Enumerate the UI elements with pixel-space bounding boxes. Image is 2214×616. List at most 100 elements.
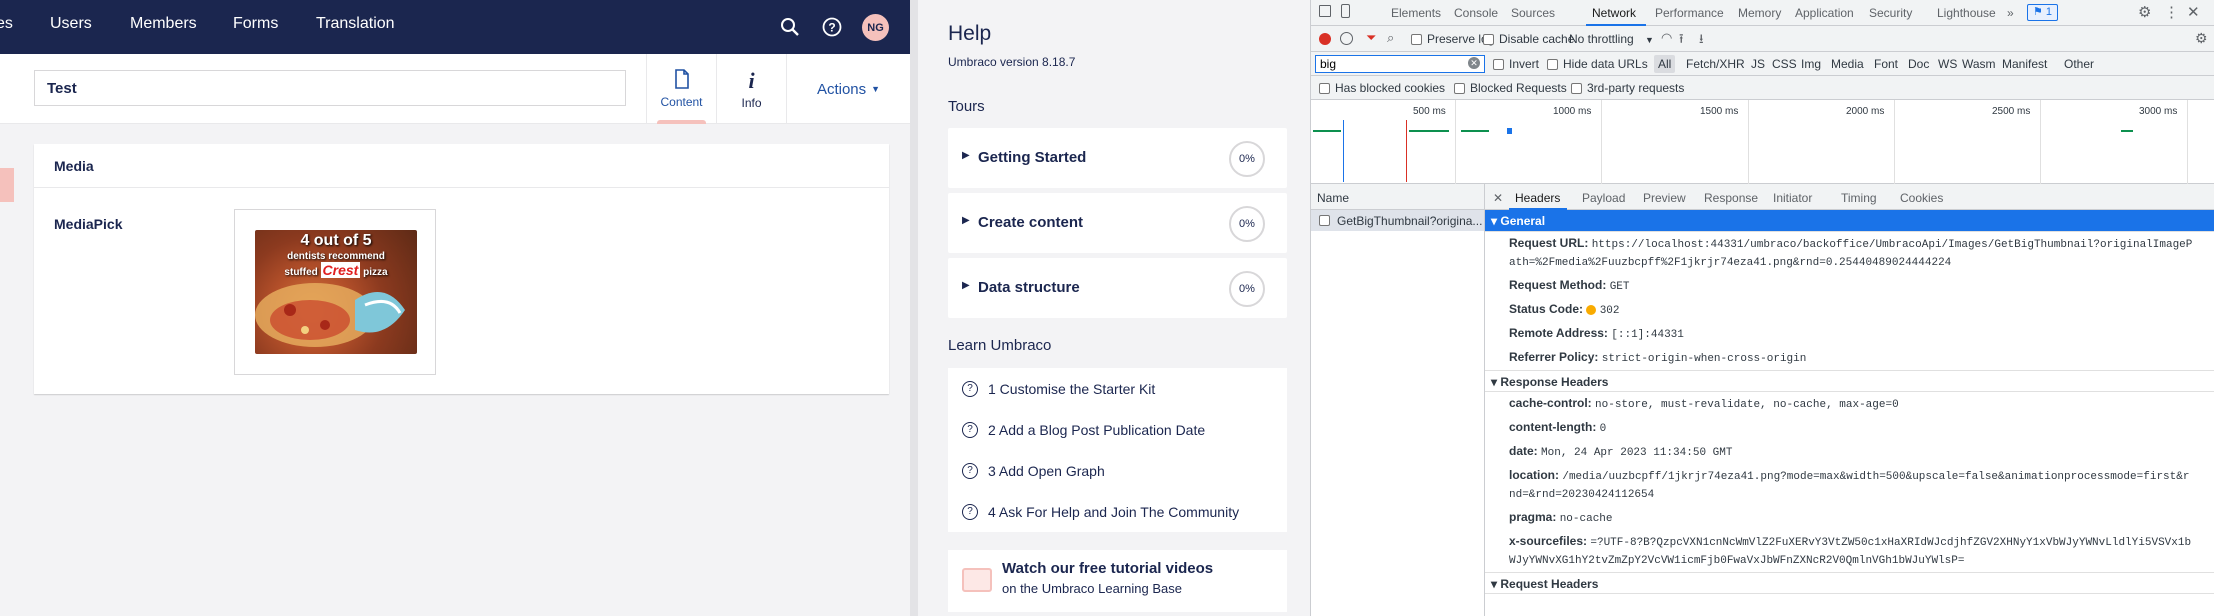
help-icon[interactable]: ? [818, 13, 846, 41]
inspect-icon[interactable] [1319, 5, 1331, 17]
tab-content[interactable]: Content [646, 54, 716, 124]
image-text-line2: dentists recommend [287, 251, 385, 262]
tours-heading: Tours [948, 98, 985, 115]
filter-type-wasm[interactable]: Wasm [1962, 57, 1996, 71]
response-headers-section-header[interactable]: ▾ Response Headers [1485, 370, 2214, 392]
general-section-header[interactable]: ▾ General [1485, 210, 2214, 232]
close-icon[interactable]: ✕ [2187, 3, 2200, 21]
filter-type-js[interactable]: JS [1751, 57, 1765, 71]
key: Remote Address: [1509, 326, 1608, 340]
filter-type-img[interactable]: Img [1801, 57, 1821, 71]
avatar[interactable]: NG [862, 14, 889, 41]
more-tabs-icon[interactable]: » [2007, 6, 2014, 20]
disable-cache-label: Disable cache [1499, 32, 1575, 46]
filter-type-other[interactable]: Other [2064, 57, 2094, 71]
value: https://localhost:44331/umbraco/backoffi… [1591, 239, 2193, 251]
name-column-header[interactable]: Name [1311, 184, 1484, 210]
tab-preview[interactable]: Preview [1643, 191, 1686, 205]
tab-security[interactable]: Security [1869, 6, 1912, 20]
tab-memory[interactable]: Memory [1738, 6, 1781, 20]
wifi-icon[interactable]: ◠ [1661, 30, 1672, 46]
tab-headers[interactable]: Headers [1515, 191, 1560, 205]
actions-button[interactable]: Actions ▼ [786, 54, 910, 124]
request-url-row: Request URL: https://localhost:44331/umb… [1485, 232, 2214, 274]
tab-lighthouse[interactable]: Lighthouse [1937, 6, 1996, 20]
close-details-icon[interactable]: ✕ [1493, 191, 1503, 205]
media-thumbnail[interactable]: 4 out of 5 dentists recommend stuffed Cr… [255, 230, 417, 354]
import-icon[interactable]: ⭱ [1679, 30, 1684, 52]
clear-filter-icon[interactable]: ✕ [1468, 57, 1480, 69]
preserve-log-checkbox[interactable]: Preserve log [1411, 32, 1494, 46]
throttling-label: No throttling [1569, 32, 1634, 46]
third-party-checkbox[interactable]: 3rd-party requests [1571, 81, 1684, 95]
tour-label: Create content [978, 214, 1084, 231]
media-picker[interactable]: 4 out of 5 dentists recommend stuffed Cr… [234, 209, 436, 375]
network-overview[interactable]: 500 ms 1000 ms 1500 ms 2000 ms 2500 ms 3… [1311, 100, 2214, 184]
blocked-requests-checkbox[interactable]: Blocked Requests [1454, 81, 1567, 95]
tab-payload[interactable]: Payload [1582, 191, 1625, 205]
tab-sources[interactable]: Sources [1511, 6, 1555, 20]
filter-type-all[interactable]: All [1654, 55, 1676, 73]
nav-item-users[interactable]: Users [50, 15, 92, 33]
tab-network[interactable]: Network [1592, 6, 1636, 20]
learn-item[interactable]: ? 1 Customise the Starter Kit [948, 368, 1287, 409]
value: nd=&rnd=20230424112654 [1509, 489, 1655, 501]
svg-text:?: ? [828, 21, 835, 35]
filter-input[interactable] [1315, 55, 1485, 73]
clear-icon[interactable] [1340, 32, 1353, 45]
caret-down-icon: ▼ [871, 84, 881, 94]
umbraco-backoffice: es Users Members Forms Translation ? NG … [0, 0, 910, 616]
tour-create-content[interactable]: ▶ Create content 0% [948, 193, 1287, 253]
invert-checkbox[interactable]: Invert [1493, 57, 1539, 71]
has-blocked-cookies-checkbox[interactable]: Has blocked cookies [1319, 81, 1445, 95]
kebab-menu-icon[interactable]: ⋮ [2164, 3, 2179, 21]
tab-initiator[interactable]: Initiator [1773, 191, 1812, 205]
filter-type-css[interactable]: CSS [1772, 57, 1797, 71]
search-icon[interactable] [776, 13, 804, 41]
tab-cookies[interactable]: Cookies [1900, 191, 1943, 205]
tab-performance[interactable]: Performance [1655, 6, 1724, 20]
network-settings-icon[interactable]: ⚙ [2195, 30, 2208, 47]
filter-type-doc[interactable]: Doc [1908, 57, 1929, 71]
throttling-select[interactable]: No throttling ▼ [1569, 32, 1654, 46]
tab-console[interactable]: Console [1454, 6, 1498, 20]
nav-item-packages[interactable]: es [0, 15, 13, 33]
filter-type-media[interactable]: Media [1831, 57, 1864, 71]
device-toolbar-icon[interactable] [1341, 4, 1350, 18]
tab-application[interactable]: Application [1795, 6, 1854, 20]
key: x-sourcefiles: [1509, 534, 1588, 548]
filter-icon[interactable]: ⏷ [1366, 30, 1376, 46]
filter-type-fetch-xhr[interactable]: Fetch/XHR [1686, 57, 1745, 71]
blocked-requests-label: Blocked Requests [1470, 81, 1567, 95]
search-icon[interactable]: ⌕ [1387, 30, 1394, 46]
learn-item[interactable]: ? 3 Add Open Graph [948, 450, 1287, 491]
filter-type-manifest[interactable]: Manifest [2002, 57, 2047, 71]
export-icon[interactable]: ⭳ [1699, 30, 1704, 52]
remote-address-row: Remote Address: [::1]:44331 [1485, 322, 2214, 346]
key: Request URL: [1509, 236, 1589, 250]
tick-label: 2500 ms [1992, 106, 2031, 117]
tutorial-videos-link[interactable]: Watch our free tutorial videos on the Um… [948, 550, 1287, 612]
tab-elements[interactable]: Elements [1391, 6, 1441, 20]
nav-item-translation[interactable]: Translation [316, 15, 395, 33]
issues-badge[interactable]: ⚑ 1 [2027, 4, 2059, 21]
settings-icon[interactable]: ⚙ [2138, 3, 2151, 21]
tour-getting-started[interactable]: ▶ Getting Started 0% [948, 128, 1287, 188]
filter-type-ws[interactable]: WS [1938, 57, 1957, 71]
tab-info[interactable]: i Info [716, 54, 786, 124]
learn-item[interactable]: ? 2 Add a Blog Post Publication Date [948, 409, 1287, 450]
hide-data-urls-checkbox[interactable]: Hide data URLs [1547, 57, 1648, 71]
request-row[interactable]: GetBigThumbnail?origina... [1311, 210, 1484, 231]
disable-cache-checkbox[interactable]: Disable cache [1483, 32, 1574, 46]
tab-response[interactable]: Response [1704, 191, 1758, 205]
key: date: [1509, 444, 1538, 458]
record-icon[interactable] [1319, 33, 1331, 45]
tour-data-structure[interactable]: ▶ Data structure 0% [948, 258, 1287, 318]
nav-item-forms[interactable]: Forms [233, 15, 278, 33]
filter-type-font[interactable]: Font [1874, 57, 1898, 71]
request-headers-section-header[interactable]: ▾ Request Headers [1485, 572, 2214, 594]
nav-item-members[interactable]: Members [130, 15, 197, 33]
learn-item[interactable]: ? 4 Ask For Help and Join The Community [948, 491, 1287, 532]
node-name-input[interactable] [34, 70, 626, 106]
tab-timing[interactable]: Timing [1841, 191, 1877, 205]
